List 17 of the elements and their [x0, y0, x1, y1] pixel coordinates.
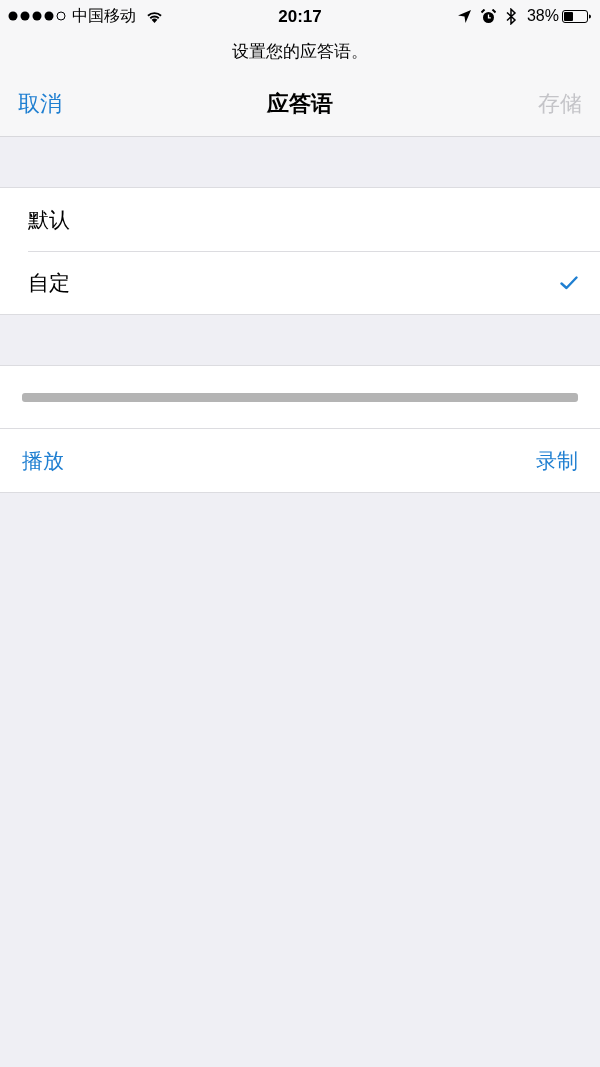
cancel-button[interactable]: 取消 [18, 93, 62, 115]
signal-strength-icon [8, 11, 68, 21]
wifi-icon [146, 9, 163, 23]
recording-action-button[interactable]: 录制 [536, 450, 578, 471]
checkmark-icon [560, 276, 578, 290]
prompt-text: 设置您的应答语。 [232, 41, 368, 64]
location-arrow-icon [457, 9, 471, 23]
nav-title: 应答语 [267, 93, 333, 115]
recording-action-button[interactable]: 播放 [22, 450, 64, 471]
battery-percentage: 38% [526, 8, 559, 24]
option-row[interactable]: 默认 [28, 188, 600, 251]
battery-icon [562, 9, 592, 23]
alarm-clock-icon [480, 8, 496, 24]
status-time: 20:17 [278, 7, 322, 25]
option-row[interactable]: 自定 [28, 251, 600, 314]
bluetooth-icon [505, 7, 517, 25]
carrier-name: 中国移动 [72, 8, 136, 24]
